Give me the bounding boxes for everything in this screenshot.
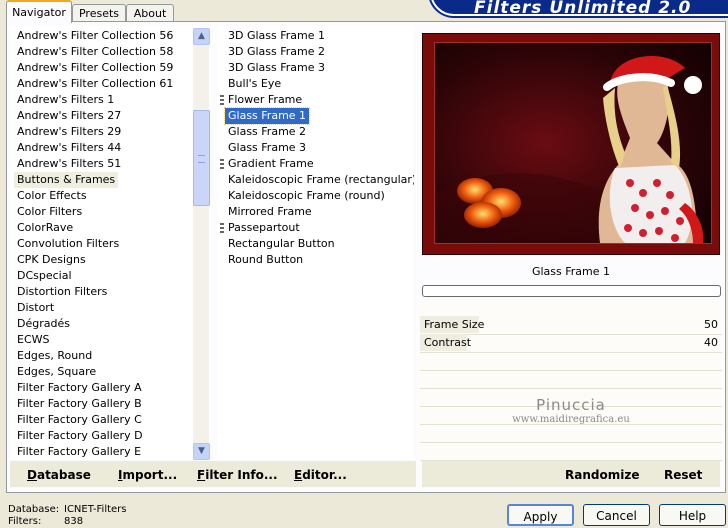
category-item[interactable]: Andrew's Filters 1 (14, 92, 117, 108)
filter-item[interactable]: Gradient Frame (225, 156, 317, 172)
category-item[interactable]: Convolution Filters (14, 236, 122, 252)
category-item[interactable]: Andrew's Filters 29 (14, 124, 124, 140)
filter-item[interactable]: Kaleidoscopic Frame (round) (225, 188, 388, 204)
import-button[interactable]: Import... (118, 467, 177, 483)
slider-empty-row (420, 442, 722, 461)
category-item[interactable]: Distort (14, 300, 57, 316)
submenu-marker-icon (220, 95, 224, 105)
category-item[interactable]: Filter Factory Gallery C (14, 412, 145, 428)
status-filters-value: 838 (64, 516, 84, 527)
slider-value: 50 (704, 318, 718, 331)
database-button[interactable]: Database (27, 467, 91, 483)
scroll-thumb[interactable] (193, 110, 210, 206)
filter-item[interactable]: Glass Frame 3 (225, 140, 309, 156)
filter-item[interactable]: 3D Glass Frame 3 (225, 60, 328, 76)
preview-filter-name: Glass Frame 1 (531, 265, 611, 278)
title-banner: Filters Unlimited 2.0 (430, 0, 728, 18)
status-database-label: Database: (8, 504, 60, 515)
cancel-button[interactable]: Cancel (583, 504, 650, 526)
filter-item[interactable]: Mirrored Frame (225, 204, 315, 220)
category-item[interactable]: Dégradés (14, 316, 73, 332)
preview-photo (435, 43, 711, 243)
slider-empty-row (420, 352, 722, 371)
category-item[interactable]: CPK Designs (14, 252, 89, 268)
status-filters-label: Filters: (8, 516, 42, 527)
filter-item[interactable]: Glass Frame 2 (225, 124, 309, 140)
editor-button[interactable]: Editor... (294, 467, 347, 483)
tab-presets[interactable]: Presets (72, 4, 126, 22)
category-item[interactable]: Andrew's Filters 27 (14, 108, 124, 124)
status-filters: Filters: 838 (8, 516, 83, 528)
category-item[interactable]: Distortion Filters (14, 284, 110, 300)
preview-button-bar: Randomize Reset (422, 461, 720, 487)
category-item[interactable]: Filter Factory Gallery D (14, 428, 146, 444)
filter-item[interactable]: Passepartout (225, 220, 303, 236)
list-button-bar: Database Import... Filter Info... Editor… (10, 461, 416, 487)
category-item[interactable]: ECWS (14, 332, 53, 348)
category-list[interactable]: Andrew's Filter Collection 56 Andrew's Fi… (10, 26, 210, 460)
filter-item[interactable]: Round Button (225, 252, 306, 268)
filter-item[interactable]: Glass Frame 1 (223, 107, 311, 125)
category-item[interactable]: Filter Factory Gallery B (14, 396, 145, 412)
category-item[interactable]: Andrew's Filter Collection 61 (14, 76, 176, 92)
status-database: Database: ICNET-Filters (8, 504, 127, 516)
slider-label: Contrast (424, 336, 472, 349)
category-item[interactable]: ColorRave (14, 220, 76, 236)
tab-about[interactable]: About (126, 4, 174, 22)
category-item[interactable]: Filter Factory Gallery E (14, 444, 144, 460)
category-item[interactable]: Filter Factory Gallery A (14, 380, 145, 396)
filter-item[interactable]: Kaleidoscopic Frame (rectangular) (225, 172, 414, 188)
category-item[interactable]: Andrew's Filter Collection 58 (14, 44, 176, 60)
category-item[interactable]: Color Effects (14, 188, 90, 204)
banner-title: Filters Unlimited 2.0 (474, 0, 692, 18)
preview-image (434, 42, 712, 244)
category-item[interactable]: DCspecial (14, 268, 75, 284)
randomize-button[interactable]: Randomize (565, 467, 639, 483)
progress-bar (422, 285, 721, 297)
category-item[interactable]: Buttons & Frames (14, 172, 119, 188)
apply-button[interactable]: Apply (507, 504, 574, 526)
category-item[interactable]: Andrew's Filters 44 (14, 140, 124, 156)
filter-item[interactable]: Rectangular Button (225, 236, 338, 252)
watermark-name: Pinuccia (536, 396, 606, 414)
preview-frame (422, 33, 720, 255)
status-database-value: ICNET-Filters (64, 504, 127, 515)
watermark-url: www.maidiregrafica.eu (512, 414, 630, 425)
category-item[interactable]: Edges, Square (14, 364, 99, 380)
slider-frame-size[interactable]: Frame Size 50 (420, 316, 722, 335)
slider-label: Frame Size (424, 318, 485, 331)
submenu-marker-icon (220, 159, 224, 169)
slider-contrast[interactable]: Contrast 40 (420, 334, 722, 353)
filter-info-button[interactable]: Filter Info... (197, 467, 278, 483)
filter-list[interactable]: 3D Glass Frame 1 3D Glass Frame 2 3D Glass… (217, 26, 414, 460)
filter-item[interactable]: Bull's Eye (225, 76, 284, 92)
category-item[interactable]: Andrew's Filter Collection 56 (14, 28, 176, 44)
parameter-sliders: Frame Size 50 Contrast 40 (420, 300, 722, 461)
filter-item[interactable]: Flower Frame (225, 92, 305, 108)
scroll-down-icon[interactable]: ▼ (193, 443, 210, 460)
slider-value: 40 (704, 336, 718, 349)
help-button[interactable]: Help (659, 504, 726, 526)
category-item[interactable]: Edges, Round (14, 348, 95, 364)
category-item[interactable]: Andrew's Filter Collection 59 (14, 60, 176, 76)
filter-item[interactable]: 3D Glass Frame 1 (225, 28, 328, 44)
watermark: Pinuccia www.maidiregrafica.eu (420, 396, 722, 425)
filter-item[interactable]: 3D Glass Frame 2 (225, 44, 328, 60)
slider-empty-row (420, 370, 722, 389)
tab-navigator[interactable]: Navigator (6, 0, 72, 23)
submenu-marker-icon (220, 223, 224, 233)
scroll-up-icon[interactable]: ▲ (193, 28, 210, 45)
reset-button[interactable]: Reset (664, 467, 702, 483)
category-scrollbar[interactable]: ▲ ▼ (193, 28, 210, 460)
grip-icon (198, 155, 205, 163)
category-item[interactable]: Andrew's Filters 51 (14, 156, 124, 172)
slider-empty-row (420, 424, 722, 443)
category-item[interactable]: Color Filters (14, 204, 85, 220)
